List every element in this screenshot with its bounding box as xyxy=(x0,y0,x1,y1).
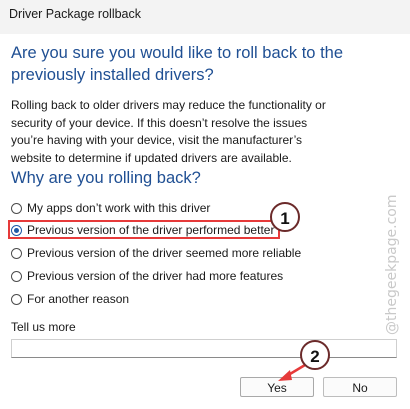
annotation-arrow-layer xyxy=(269,219,306,381)
step-1-badge: 1 xyxy=(270,202,300,232)
step-2-badge: 2 xyxy=(300,340,330,370)
watermark-text: @thegeekpage.com xyxy=(384,194,400,335)
arrow-to-yes-icon xyxy=(278,363,306,381)
